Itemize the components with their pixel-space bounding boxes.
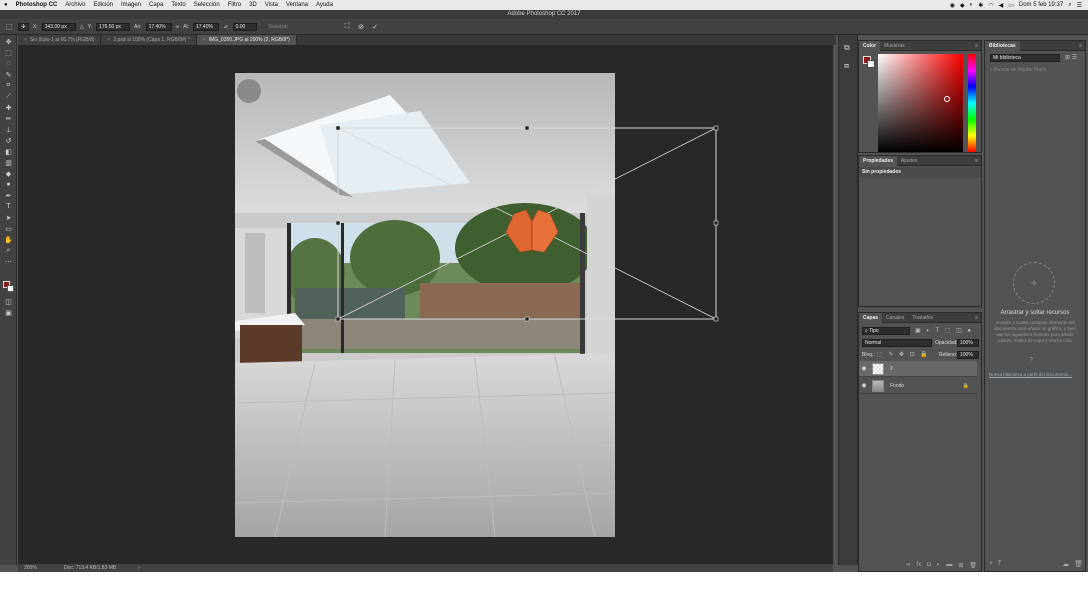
adjustment-layer-icon[interactable]: ◐	[937, 562, 941, 568]
add-asset-icon[interactable]: +	[1013, 262, 1055, 304]
panel-menu-icon[interactable]: ≡	[975, 158, 981, 164]
color-panel: Color Muestras ≡	[858, 40, 982, 153]
tab-adjustments[interactable]: Ajustes	[897, 156, 921, 166]
tab-channels[interactable]: Canales	[882, 313, 908, 323]
layer-row-2[interactable]: ◉ 2	[859, 361, 977, 377]
status-arrow-icon[interactable]: ›	[138, 564, 140, 572]
drop-title: Arrastrar y soltar recursos	[1000, 310, 1070, 316]
panel-menu-icon[interactable]: ≡	[975, 315, 981, 321]
layer-thumbnail	[872, 362, 884, 375]
tab-color[interactable]: Color	[859, 40, 881, 51]
visibility-eye-icon[interactable]: ◉	[859, 382, 869, 389]
photoshop-window: ● Photoshop CC Archivo Edición Imagen Ca…	[0, 0, 1088, 572]
grid-view-icon[interactable]: ⊞ ☰	[1065, 54, 1077, 61]
fill-label: Relleno:	[939, 352, 958, 358]
new-layer-icon[interactable]: ⊞	[958, 562, 963, 569]
fill-field[interactable]: 100%	[957, 351, 979, 359]
tab-swatches[interactable]: Muestras	[880, 41, 909, 51]
panel-menu-icon[interactable]: ≡	[975, 43, 981, 49]
actions-panel-icon[interactable]: ⧈	[844, 61, 849, 71]
opacity-field[interactable]: 100%	[957, 339, 979, 347]
collapsed-panels-strip: ⧉ ⧈	[838, 35, 858, 565]
tab-libraries[interactable]: Bibliotecas	[985, 40, 1020, 51]
layers-panel-header: Capas Canales Trazados ≡	[859, 312, 981, 323]
layer-filter-select[interactable]: ⌕ Tipo	[862, 327, 910, 335]
layer-row-fondo[interactable]: ◉ Fondo 🔒	[859, 378, 977, 394]
layer-name[interactable]: 2	[890, 366, 893, 372]
layers-panel: Capas Canales Trazados ≡ ⌕ Tipo ▣ ◐ T ⬚ …	[858, 312, 982, 572]
drop-description: Arrastre y suelte cualquier elemento del…	[993, 320, 1077, 343]
layer-name[interactable]: Fondo	[890, 383, 904, 389]
blend-mode-select[interactable]: Normal	[862, 339, 932, 347]
color-picker-marker[interactable]	[944, 96, 950, 102]
layer-thumbnail	[872, 379, 884, 392]
tab-layers[interactable]: Capas	[859, 312, 883, 323]
properties-empty-label: Sin propiedades	[859, 167, 981, 178]
lock-icons[interactable]: ⬚ ✎ ✥ ⊡ 🔒	[877, 351, 930, 358]
new-library-link[interactable]: Nueva biblioteca a partir del documento.…	[989, 372, 1083, 377]
link-layers-icon[interactable]: ∞	[906, 562, 910, 568]
properties-panel-header: Propiedades Ajustes ≡	[859, 155, 981, 166]
stock-search-input[interactable]: ⌕ Buscar en Adobe Stock	[990, 66, 1082, 75]
cloud-icon[interactable]: ☁	[1062, 560, 1069, 568]
properties-panel: Propiedades Ajustes ≡ Sin propiedades	[858, 155, 982, 307]
orange-ornament-shape	[505, 209, 559, 254]
hue-slider[interactable]	[968, 54, 976, 152]
add-icon[interactable]: +	[989, 560, 993, 568]
tab-paths[interactable]: Trazados	[908, 313, 937, 323]
screenshot: ● Photoshop CC Archivo Edición Imagen Ca…	[0, 0, 1088, 612]
trash-icon[interactable]: 🗑	[1074, 560, 1083, 568]
lock-icon: 🔒	[962, 382, 969, 389]
tab-properties[interactable]: Propiedades	[859, 155, 898, 166]
status-bar: 200% Doc: 713.4 KB/1.83 MB ›	[18, 564, 833, 572]
lock-label: Bloq.:	[862, 352, 875, 358]
libraries-panel: Bibliotecas ≡ Mi biblioteca ⊞ ☰ ⌕ Buscar…	[984, 40, 1086, 572]
color-picker-field[interactable]	[878, 54, 963, 152]
help-icon[interactable]: ?	[1029, 357, 1033, 364]
bg-color-chip[interactable]	[867, 60, 875, 68]
zoom-level[interactable]: 200%	[24, 564, 37, 572]
doc-size[interactable]: Doc: 713.4 KB/1.83 MB	[64, 564, 116, 572]
library-select[interactable]: Mi biblioteca	[990, 54, 1060, 62]
new-group-icon[interactable]: ▬	[946, 562, 952, 568]
upload-icon[interactable]: ⤒	[998, 560, 1001, 568]
layers-footer: ∞ fx ◘ ◐ ▬ ⊞ 🗑	[859, 559, 981, 571]
history-panel-icon[interactable]: ⧉	[844, 43, 850, 53]
add-mask-icon[interactable]: ◘	[927, 562, 931, 568]
trash-icon[interactable]: 🗑	[969, 562, 977, 569]
opacity-label: Opacidad:	[935, 340, 958, 346]
color-panel-header: Color Muestras ≡	[859, 40, 981, 51]
panel-menu-icon[interactable]: ≡	[1079, 43, 1085, 49]
libraries-footer: + ⤒ ☁ 🗑	[989, 560, 1083, 568]
layer-filter-icons[interactable]: ▣ ◐ T ⬚ ◫ ●	[915, 327, 973, 334]
libraries-panel-header: Bibliotecas ≡	[985, 40, 1085, 51]
fx-icon[interactable]: fx	[916, 562, 921, 568]
visibility-eye-icon[interactable]: ◉	[859, 365, 869, 372]
